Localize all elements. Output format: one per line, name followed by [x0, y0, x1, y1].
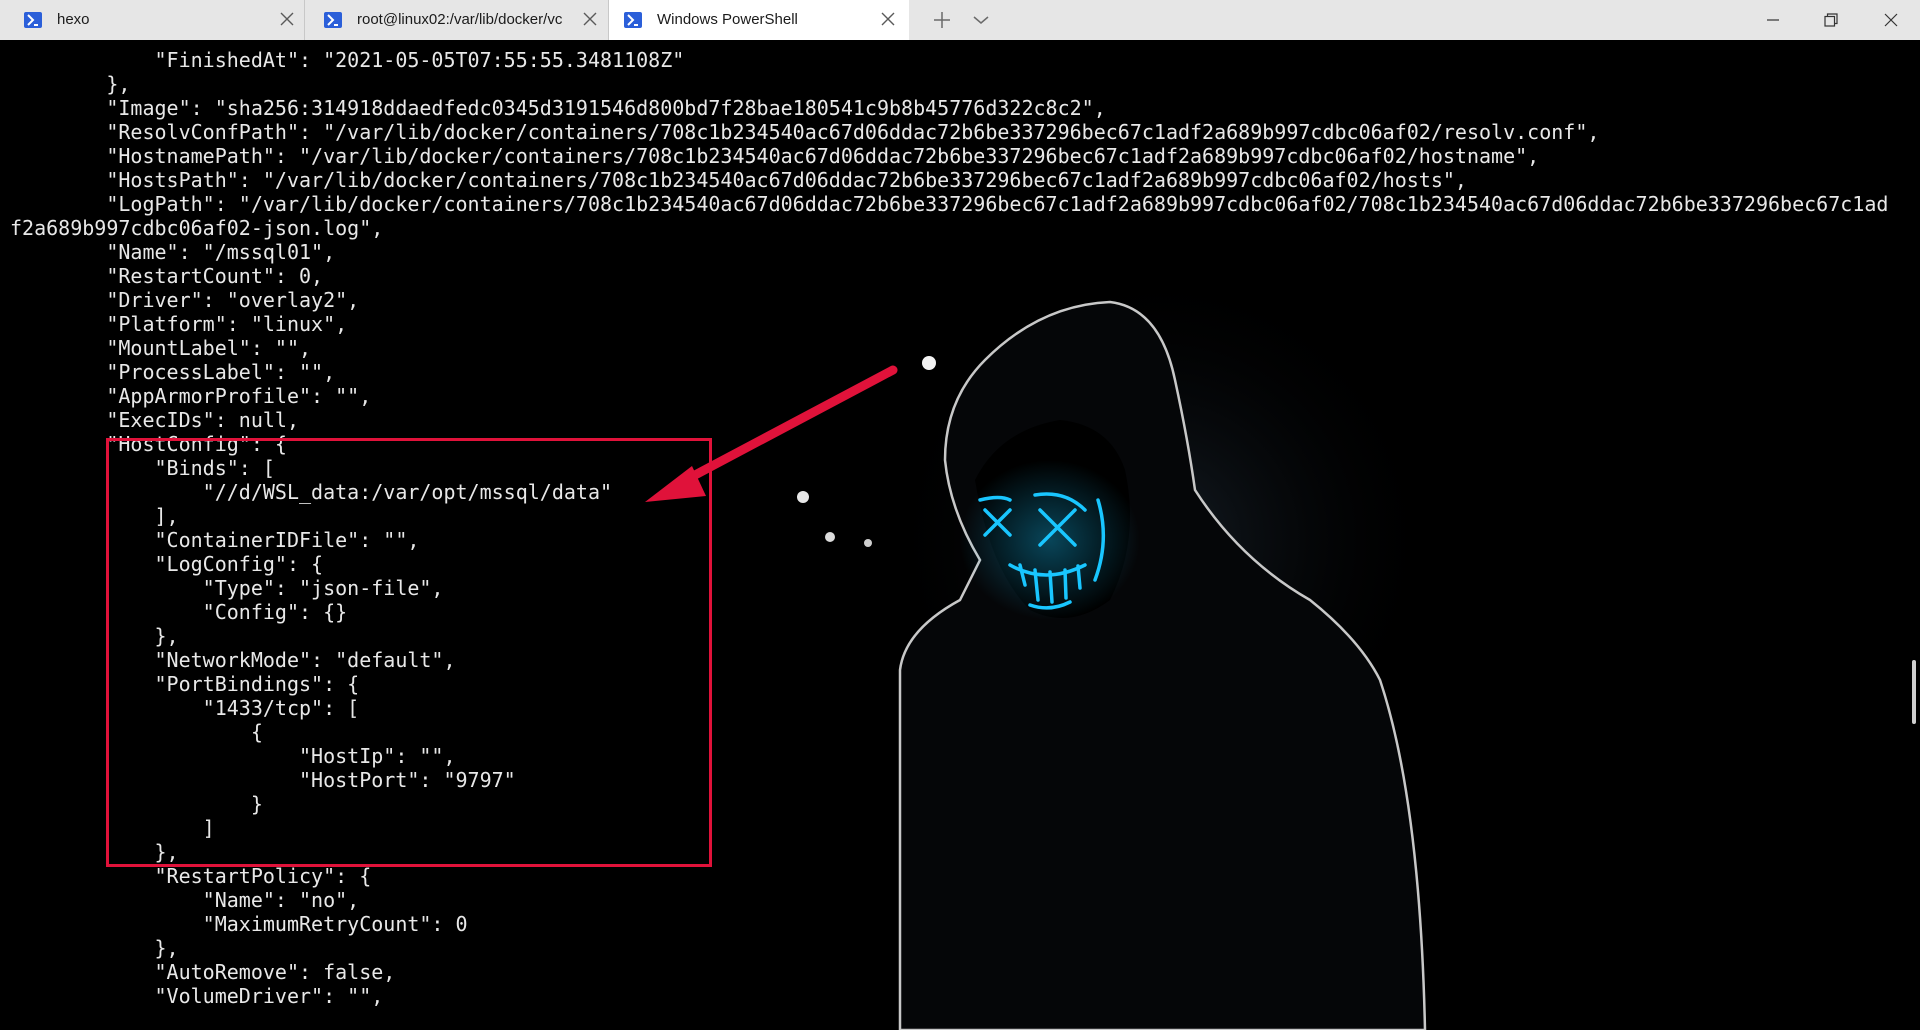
restore-button[interactable] — [1802, 0, 1860, 40]
close-icon — [1884, 13, 1898, 27]
powershell-icon — [24, 12, 42, 28]
powershell-icon — [324, 12, 342, 28]
powershell-icon — [624, 12, 642, 28]
close-icon[interactable] — [581, 11, 599, 29]
plus-icon[interactable] — [928, 6, 956, 34]
terminal-pane[interactable]: "FinishedAt": "2021-05-05T07:55:55.34811… — [0, 40, 1920, 1030]
close-window-button[interactable] — [1862, 0, 1920, 40]
close-icon[interactable] — [879, 11, 897, 29]
tab-bar: hexo root@linux02:/var/lib/docker/vc Win… — [0, 0, 1920, 40]
restore-icon — [1824, 13, 1838, 27]
tab-windows-powershell[interactable]: Windows PowerShell — [609, 0, 909, 40]
annotation-arrow-icon — [645, 365, 898, 502]
chevron-down-icon[interactable] — [968, 8, 994, 32]
tab-label: Windows PowerShell — [657, 11, 798, 28]
minimize-button[interactable] — [1744, 0, 1802, 40]
minimize-icon — [1767, 19, 1779, 21]
tab-hexo[interactable]: hexo — [0, 0, 305, 40]
close-icon[interactable] — [278, 11, 296, 29]
tab-root-linux02[interactable]: root@linux02:/var/lib/docker/vc — [305, 0, 609, 40]
tab-label: root@linux02:/var/lib/docker/vc — [357, 11, 563, 28]
tab-label: hexo — [57, 11, 90, 28]
